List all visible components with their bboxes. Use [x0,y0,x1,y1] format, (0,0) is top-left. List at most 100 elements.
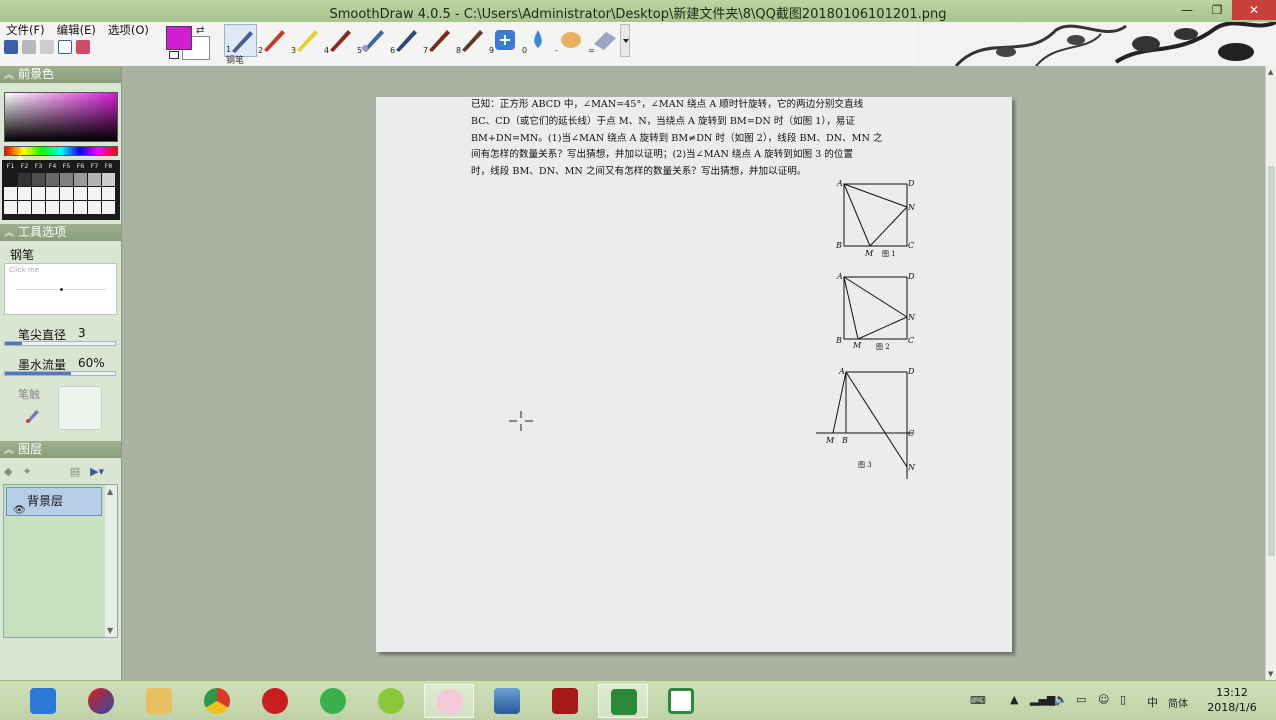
canvas-vertical-scrollbar[interactable]: ▲ ▼ [1265,66,1276,680]
layer-up-icon[interactable]: ✦ [22,465,31,478]
taskbar-pdf-reader[interactable] [540,684,590,718]
menu-file[interactable]: 文件(F) [0,22,51,38]
close-button[interactable]: ✕ [1232,0,1276,20]
palette-swatch[interactable] [88,201,101,214]
brush-tip-icon[interactable] [24,406,42,424]
palette-swatch[interactable] [4,201,17,214]
swap-colors-icon[interactable]: ⇄ [196,25,204,36]
layer-item[interactable]: 👁 背景层 [6,487,102,516]
input-mode-indicator[interactable]: 简体 [1168,695,1188,710]
palette-swatch[interactable] [18,201,31,214]
palette-swatch[interactable] [74,173,87,186]
taskbar-app-ribbon[interactable] [76,684,126,718]
clock[interactable]: 13:12 2018/1/6 [1202,685,1262,715]
clear-icon[interactable] [76,40,90,54]
eye-icon[interactable]: 👁 [13,497,26,524]
maximize-button[interactable]: ❐ [1202,0,1232,20]
network-icon[interactable]: ▂▄▆ [1030,693,1055,706]
palette-swatch[interactable] [32,187,45,200]
show-hidden-icons[interactable]: ▲ [1010,693,1018,706]
palette-swatch[interactable] [4,173,17,186]
taskbar-app-bird[interactable] [18,684,68,718]
taskbar-file-explorer[interactable] [134,684,184,718]
volume-icon[interactable]: 🔈 [1054,693,1068,706]
taskbar-smoothdraw[interactable] [424,684,474,718]
tool-options-header[interactable]: ︽ 工具选项 [0,224,121,241]
palette-swatch[interactable] [102,173,115,186]
tool-eraser[interactable]: = [587,24,620,57]
collapse-icon[interactable]: ︽ [4,445,14,456]
device-icon[interactable]: ▯ [1120,693,1126,706]
scrollbar-thumb[interactable] [1268,166,1275,556]
palette-swatch[interactable] [4,187,17,200]
taskbar-app-green[interactable] [366,684,416,718]
page-icon[interactable] [58,40,72,54]
power-icon[interactable]: ▭ [1076,693,1086,706]
redo-icon[interactable] [40,40,54,54]
collapse-icon[interactable]: ︽ [4,228,14,239]
palette-swatch[interactable] [102,187,115,200]
tool-sparkle[interactable]: 9 [488,24,521,57]
more-tools-dropdown[interactable] [620,24,630,57]
taskbar-video-player[interactable] [308,684,358,718]
tip-diameter-slider[interactable] [4,341,116,346]
palette-swatch[interactable] [74,201,87,214]
palette-swatch[interactable] [88,187,101,200]
chrome-icon [204,688,230,714]
palette-swatch[interactable] [60,187,73,200]
tool-water-drop[interactable]: 0 [521,24,554,57]
palette-swatch[interactable] [32,201,45,214]
taskbar-image-viewer[interactable] [482,684,532,718]
scroll-up-icon[interactable]: ▲ [1268,68,1273,76]
layer-scrollbar[interactable]: ▲ ▼ [105,485,117,637]
palette-swatch[interactable] [88,173,101,186]
menu-options[interactable]: 选项(O) [102,22,155,38]
ink-flow-slider[interactable] [4,371,116,376]
taskbar-camtasia-recorder[interactable] [656,684,706,718]
palette-swatch[interactable] [60,201,73,214]
keyboard-icon[interactable]: ⌨ [970,694,986,707]
drawing-page[interactable]: 已知：正方形 ABCD 中，∠MAN=45°，∠MAN 绕点 A 顺时针旋转，它… [376,97,1012,652]
figure-3: A D B C M N 图 3 [816,367,916,479]
layer-copy-icon[interactable]: ▤ [70,465,80,478]
taskbar-chrome[interactable] [192,684,242,718]
tool-pencil[interactable]: 2 [257,24,290,57]
reset-colors-icon[interactable] [169,51,179,59]
collapse-icon[interactable]: ︽ [4,70,14,81]
ime-indicator[interactable]: 中 [1147,694,1158,710]
save-icon[interactable] [4,40,18,54]
layers-panel-header[interactable]: ︽ 图层 [0,441,121,458]
palette-swatch[interactable] [46,187,59,200]
foreground-color-swatch[interactable] [166,26,192,50]
brush-tip-preview[interactable] [58,386,102,430]
palette-swatch[interactable] [46,201,59,214]
tool-smudge[interactable]: - [554,24,587,57]
palette-swatch[interactable] [74,187,87,200]
minimize-button[interactable]: — [1172,0,1202,20]
undo-icon[interactable] [22,40,36,54]
tool-chalk[interactable]: 3 [290,24,323,57]
tool-watercolor[interactable]: 6 [389,24,422,57]
stroke-preview-pad[interactable]: Click me [4,263,117,315]
palette-swatch[interactable] [18,173,31,186]
scroll-down-icon[interactable]: ▼ [107,626,113,635]
palette-swatch[interactable] [102,201,115,214]
qq-icon[interactable]: ☺ [1098,693,1109,706]
menu-edit[interactable]: 编辑(E) [51,22,102,38]
palette-swatch[interactable] [18,187,31,200]
tool-oil-brush[interactable]: 7 [422,24,455,57]
tool-airbrush[interactable]: 5 [356,24,389,57]
tool-brush[interactable]: 4 [323,24,356,57]
layer-add-icon[interactable]: ◆ [4,465,12,478]
color-picker-gradient[interactable] [4,92,118,142]
palette-swatch[interactable] [32,173,45,186]
layer-menu-icon[interactable]: ▶▾ [90,465,104,478]
palette-swatch[interactable] [46,173,59,186]
scroll-down-icon[interactable]: ▼ [1268,670,1273,678]
taskbar-camtasia[interactable] [598,684,648,718]
foreground-panel-header[interactable]: ︽ 前景色 [0,66,121,83]
tool-flat-brush[interactable]: 8 [455,24,488,57]
scroll-up-icon[interactable]: ▲ [107,487,113,496]
taskbar-app-red[interactable] [250,684,300,718]
palette-swatch[interactable] [60,173,73,186]
